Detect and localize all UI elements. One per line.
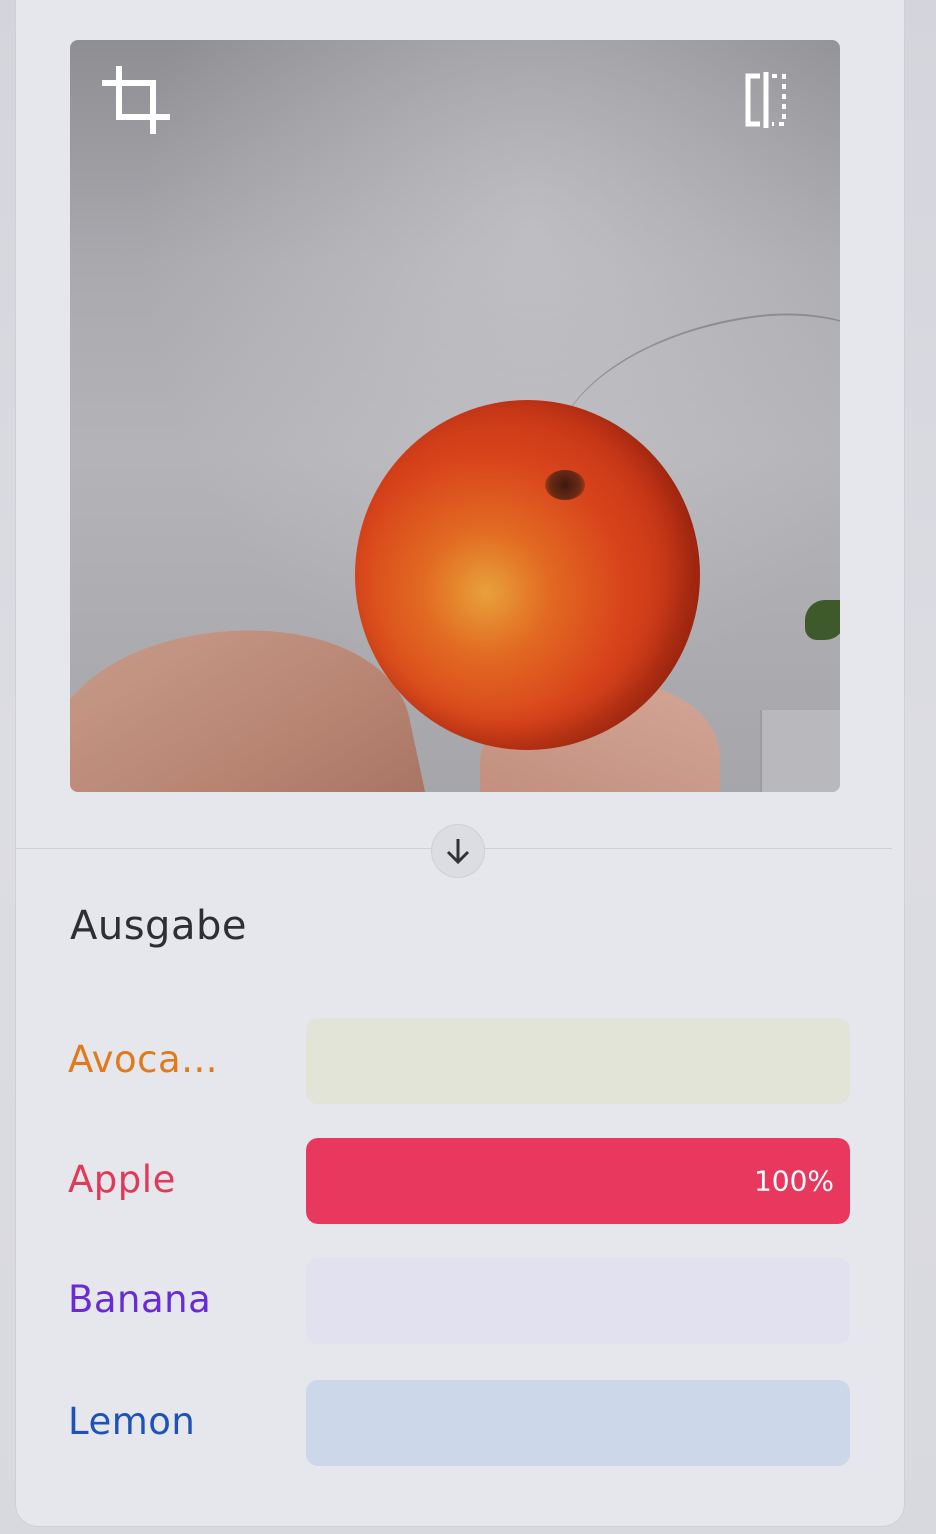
class-label: Banana [68,1278,212,1321]
confidence-value: 100% [753,1164,834,1198]
confidence-bar [306,1018,850,1104]
camera-preview [70,40,840,792]
preview-plant [805,600,840,640]
arrow-down-icon [446,839,470,865]
arrow-down-button[interactable] [431,824,485,878]
flip-button[interactable] [730,64,802,136]
preview-apple-stem [545,470,585,500]
confidence-bar [306,1380,850,1466]
confidence-bar: 100% [306,1138,850,1224]
screen: Ausgabe Avoca... Apple 100% Banana Lemon [0,0,936,1534]
flip-horizontal-icon [745,72,786,128]
confidence-bar [306,1258,850,1344]
preview-apple [355,400,700,750]
crop-button[interactable] [100,64,172,136]
output-title: Ausgabe [70,903,247,949]
crop-icon [102,66,170,134]
class-label: Apple [68,1158,176,1201]
preview-shelf [760,710,840,792]
class-label: Avoca... [68,1038,218,1081]
class-label: Lemon [68,1400,196,1443]
